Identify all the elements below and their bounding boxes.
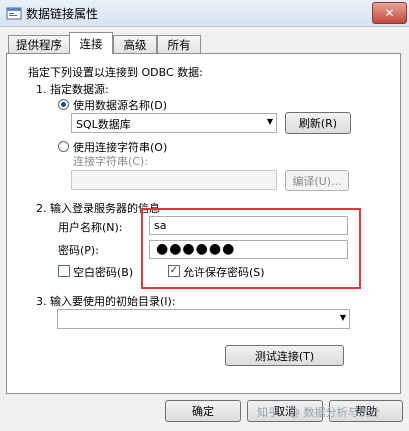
blank-password-checkbox[interactable] (58, 265, 70, 277)
connstr-label: 连接字符串(C): (73, 155, 148, 168)
window-title: 数据链接属性 (26, 7, 99, 21)
build-button[interactable]: 编译(U)... (285, 170, 349, 191)
ok-button[interactable]: 确定 (165, 400, 241, 422)
tab-connection[interactable]: 连接 (69, 32, 113, 54)
tab-all[interactable]: 所有 (157, 35, 201, 53)
tab-label: 连接 (79, 36, 103, 51)
close-icon: ✕ (384, 6, 395, 20)
step3-heading: 3. 输入要使用的初始目录(I): (36, 295, 176, 308)
watermark-right: @ 数据分析与统计 (289, 406, 381, 419)
username-label: 用户名称(N): (58, 221, 123, 234)
data-link-icon (6, 7, 22, 20)
use-dsn-radio[interactable] (58, 99, 69, 110)
build-button-label: 编译(U)... (292, 174, 342, 188)
use-connstr-radio[interactable] (58, 141, 69, 152)
tab-label: 高级 (123, 37, 147, 52)
intro-text: 指定下列设置以连接到 ODBC 数据: (28, 66, 203, 79)
initial-catalog-select[interactable]: ▼ (57, 309, 350, 329)
password-label: 密码(P): (58, 244, 99, 257)
tab-label: 提供程序 (16, 37, 62, 52)
use-dsn-label[interactable]: 使用数据源名称(D) (73, 97, 167, 113)
blank-password-label[interactable]: 空白密码(B) (73, 264, 133, 280)
refresh-button[interactable]: 刷新(R) (285, 112, 351, 134)
connstr-field[interactable] (71, 170, 277, 190)
tab-provider[interactable]: 提供程序 (8, 35, 70, 53)
ok-button-label: 确定 (192, 405, 214, 418)
watermark-left: 知乎 (257, 406, 279, 419)
refresh-button-label: 刷新(R) (298, 117, 338, 130)
chevron-down-icon: ▼ (339, 313, 346, 322)
test-connection-button[interactable]: 测试连接(T) (225, 345, 344, 366)
close-button[interactable]: ✕ (372, 2, 407, 24)
radio-selected-dot (61, 102, 66, 107)
chevron-down-icon: ▼ (266, 117, 273, 126)
tab-advanced[interactable]: 高级 (113, 35, 157, 53)
dsn-value: SQL数据库 (76, 118, 131, 131)
dsn-select[interactable]: SQL数据库 ▼ (71, 113, 277, 133)
step1-heading: 1. 指定数据源: (36, 83, 109, 96)
tab-label: 所有 (167, 37, 191, 52)
highlight-box (141, 208, 361, 289)
test-connection-label: 测试连接(T) (254, 349, 315, 363)
